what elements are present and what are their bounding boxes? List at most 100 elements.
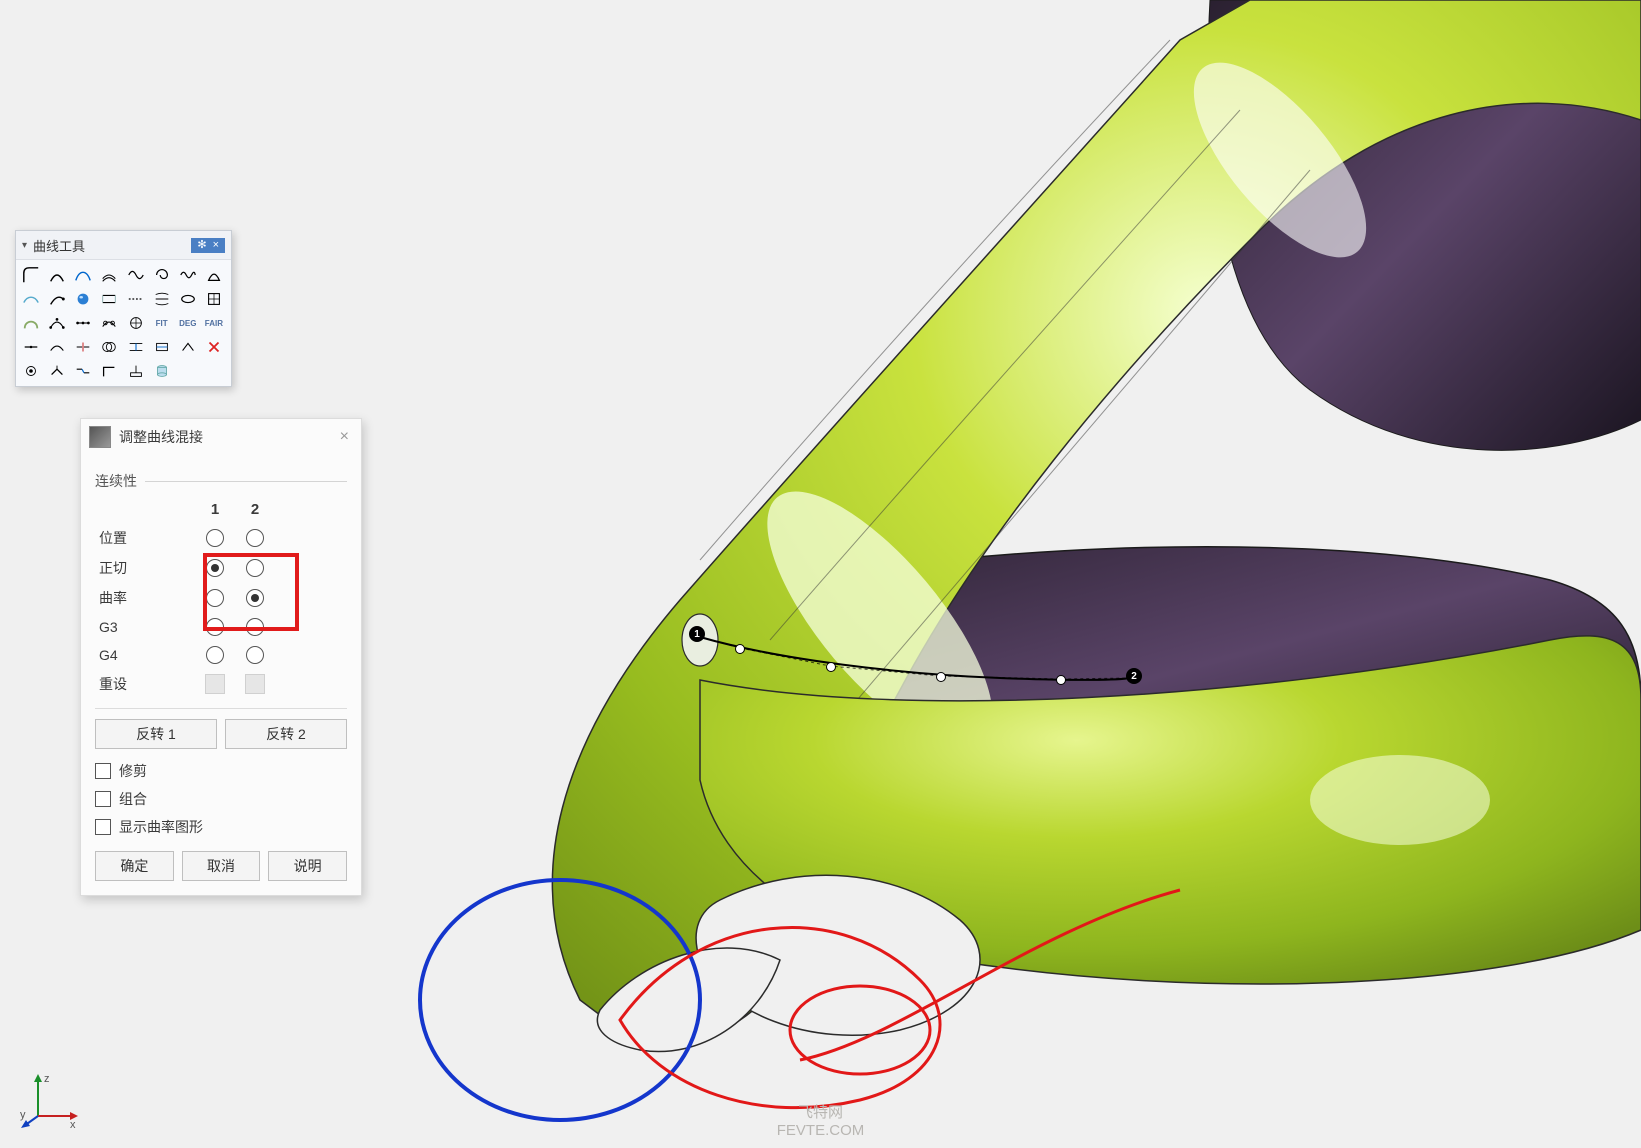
tool-match-icon[interactable]	[20, 336, 42, 358]
tool-sphere-icon[interactable]	[72, 288, 94, 310]
tool-rebuild-icon[interactable]	[98, 312, 120, 334]
collapse-caret-icon[interactable]: ▾	[22, 240, 27, 251]
tool-knot-icon[interactable]	[72, 312, 94, 334]
curve-tools-toolbar[interactable]: ▾ 曲线工具 ✻ × FIT DEG FAIR	[15, 230, 232, 387]
tool-fit-icon[interactable]: FIT	[151, 312, 173, 334]
ok-button[interactable]: 确定	[95, 851, 174, 881]
tool-intersect-icon[interactable]	[98, 336, 120, 358]
watermark-line1: 飞特网	[777, 1104, 865, 1122]
continuity-curvature-1-radio[interactable]	[206, 589, 224, 607]
tool-fillet-icon[interactable]	[20, 264, 42, 286]
show-curvature-label: 显示曲率图形	[119, 817, 203, 837]
tool-offset-icon[interactable]	[98, 264, 120, 286]
continuity-g3-2-radio[interactable]	[246, 618, 264, 636]
continuity-position-1-radio[interactable]	[206, 529, 224, 547]
dialog-header[interactable]: 调整曲线混接 ×	[81, 419, 361, 455]
tool-cage-icon[interactable]	[203, 288, 225, 310]
tool-pullback-icon[interactable]	[177, 336, 199, 358]
toolbar-header[interactable]: ▾ 曲线工具 ✻ ×	[16, 231, 231, 260]
dialog-title: 调整曲线混接	[119, 427, 336, 447]
dialog-app-icon	[89, 426, 111, 448]
tool-extend-icon[interactable]	[46, 288, 68, 310]
trim-checkbox[interactable]	[95, 763, 111, 779]
tool-empty1-icon	[177, 360, 199, 382]
continuity-tangent-2-radio[interactable]	[246, 559, 264, 577]
tool-split-icon[interactable]	[72, 336, 94, 358]
tool-edit-pt-icon[interactable]	[46, 312, 68, 334]
close-icon[interactable]: ×	[336, 428, 353, 446]
continuity-g3-1-radio[interactable]	[206, 618, 224, 636]
tool-tween-icon[interactable]	[151, 288, 173, 310]
help-button[interactable]: 说明	[268, 851, 347, 881]
axis-gizmo[interactable]: z x y	[20, 1070, 80, 1130]
tool-flatten-icon[interactable]	[125, 360, 147, 382]
tool-arc-icon[interactable]	[46, 264, 68, 286]
tool-connect-icon[interactable]	[72, 360, 94, 382]
tool-spiral-icon[interactable]	[151, 264, 173, 286]
row-g4-label: G4	[95, 647, 118, 663]
curve-endpoint-marker-1[interactable]: 1	[689, 626, 705, 642]
join-check-row: 组合	[95, 789, 347, 809]
blend-control-point[interactable]	[1056, 675, 1066, 685]
column-1-header: 1	[211, 501, 219, 518]
row-curvature-label: 曲率	[95, 588, 127, 608]
reset-1-button[interactable]	[205, 674, 225, 694]
tool-blend-icon[interactable]	[72, 264, 94, 286]
tool-cap-icon[interactable]	[20, 360, 42, 382]
tool-delete-x-icon[interactable]	[203, 336, 225, 358]
blend-control-point[interactable]	[936, 672, 946, 682]
blend-control-point[interactable]	[826, 662, 836, 672]
continuity-grid: 1 2 位置 正切 曲率 G3 G4 重设	[95, 501, 347, 694]
continuity-curvature-2-radio[interactable]	[246, 589, 264, 607]
show-curvature-checkbox[interactable]	[95, 819, 111, 835]
marker-label: 2	[1131, 671, 1137, 682]
row-position-label: 位置	[95, 528, 127, 548]
tool-wave-icon[interactable]	[177, 264, 199, 286]
continuity-g4-1-radio[interactable]	[206, 646, 224, 664]
tool-dashed-icon[interactable]	[125, 288, 147, 310]
reset-2-button[interactable]	[245, 674, 265, 694]
tool-sweep-icon[interactable]	[20, 312, 42, 334]
flip-buttons-row: 反转 1 反转 2	[95, 719, 347, 749]
toolbar-controls: ✻ ×	[191, 238, 225, 253]
trim-check-row: 修剪	[95, 761, 347, 781]
tool-curve-deg-icon[interactable]	[125, 264, 147, 286]
curve-endpoint-marker-2[interactable]: 2	[1126, 668, 1142, 684]
gear-icon[interactable]: ✻	[197, 240, 206, 251]
dialog-actions: 确定 取消 说明	[95, 851, 347, 881]
row-tangent-label: 正切	[95, 558, 127, 578]
watermark: 飞特网 FEVTE.COM	[777, 1104, 865, 1140]
tool-iso-icon[interactable]	[151, 336, 173, 358]
flip-2-button[interactable]: 反转 2	[225, 719, 347, 749]
tool-fair-icon[interactable]: FAIR	[203, 312, 225, 334]
marker-label: 1	[694, 629, 700, 640]
tool-offset-loose-icon[interactable]	[20, 288, 42, 310]
tool-corner-icon[interactable]	[98, 360, 120, 382]
tool-cylinder-icon[interactable]	[151, 360, 173, 382]
dialog-body: 连续性 1 2 位置 正切 曲率 G3 G4 重设	[81, 455, 361, 895]
adjust-curve-blend-dialog[interactable]: 调整曲线混接 × 连续性 1 2 位置 正切 曲率 G3 G4 重设	[80, 418, 362, 896]
tool-redirect-icon[interactable]	[46, 360, 68, 382]
continuity-position-2-radio[interactable]	[246, 529, 264, 547]
continuity-g4-2-radio[interactable]	[246, 646, 264, 664]
toolbar-body: FIT DEG FAIR	[16, 260, 231, 386]
row-reset-label: 重设	[95, 674, 127, 694]
tool-deg-icon[interactable]: DEG	[177, 312, 199, 334]
trim-label: 修剪	[119, 761, 147, 781]
axis-x-label: x	[70, 1119, 76, 1130]
axis-z-label: z	[44, 1073, 50, 1085]
join-checkbox[interactable]	[95, 791, 111, 807]
continuity-tangent-1-radio[interactable]	[206, 559, 224, 577]
tool-project-icon[interactable]	[125, 336, 147, 358]
section-continuity-label: 连续性	[95, 471, 347, 491]
show-curvature-check-row: 显示曲率图形	[95, 817, 347, 837]
cancel-button[interactable]: 取消	[182, 851, 261, 881]
blend-control-point[interactable]	[735, 644, 745, 654]
tool-loft-icon[interactable]	[98, 288, 120, 310]
close-icon[interactable]: ×	[213, 240, 219, 251]
flip-1-button[interactable]: 反转 1	[95, 719, 217, 749]
tool-c2-icon[interactable]	[46, 336, 68, 358]
tool-silhouette-icon[interactable]	[177, 288, 199, 310]
tool-adjust-icon[interactable]	[125, 312, 147, 334]
tool-section-icon[interactable]	[203, 264, 225, 286]
